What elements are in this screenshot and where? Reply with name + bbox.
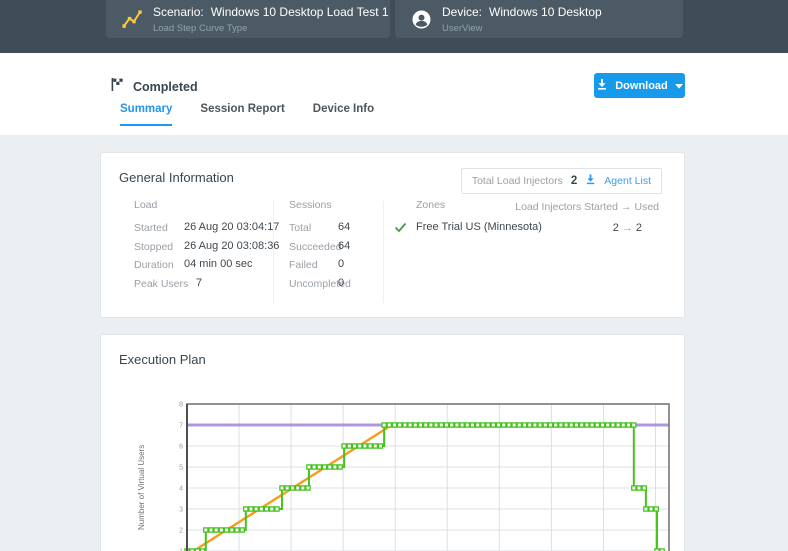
sessions-row-value: 0 [338, 277, 345, 289]
svg-text:5: 5 [179, 465, 183, 472]
download-button[interactable]: Download [594, 73, 685, 98]
download-icon [596, 78, 608, 93]
svg-text:8: 8 [179, 402, 183, 409]
arrow-right-icon: → [620, 201, 632, 213]
finish-flag-icon [110, 77, 124, 97]
injectors-count: 2 [570, 175, 578, 187]
zones-header-right: Load Injectors Started → Used [515, 201, 659, 213]
load-row-value: 26 Aug 20 03:08:36 [184, 240, 280, 252]
svg-text:3: 3 [179, 507, 183, 514]
arrow-right-icon: → [621, 222, 633, 234]
device-text: Device: Windows 10 Desktop UserView [442, 4, 602, 34]
sessions-row-value: 64 [338, 221, 351, 233]
sessions-section-title: Sessions [289, 199, 332, 211]
zone-started-count: 2 [612, 222, 619, 234]
execution-plan-card: Execution Plan Number of Virtual Users 1… [100, 334, 685, 551]
zone-injector-counts: 2 → 2 [613, 222, 642, 234]
agent-list-download-icon[interactable] [585, 172, 596, 190]
svg-text:6: 6 [179, 444, 183, 451]
svg-text:7: 7 [179, 423, 183, 430]
execution-plan-title: Execution Plan [119, 352, 206, 367]
divider [273, 201, 274, 303]
zones-header-started: Load Injectors Started [515, 201, 618, 213]
download-button-label: Download [615, 79, 668, 92]
divider [383, 201, 384, 303]
chart-y-axis-label: Number of Virtual Users [137, 444, 146, 531]
execution-plan-chart: 12345678 [179, 402, 670, 551]
load-row-label: Peak Users [134, 278, 189, 290]
device-subtitle: UserView [442, 23, 483, 35]
scenario-text: Scenario: Windows 10 Desktop Load Test 1 … [153, 4, 389, 34]
tab-device-info[interactable]: Device Info [313, 103, 374, 126]
device-value: Windows 10 Desktop [489, 5, 602, 20]
load-section-title: Load [134, 199, 158, 211]
sessions-row-label: Succeeded [289, 241, 342, 253]
sessions-row-value: 64 [338, 240, 351, 252]
device-panel: Device: Windows 10 Desktop UserView [395, 0, 683, 38]
check-icon [394, 220, 407, 238]
load-row-label: Started [134, 222, 168, 234]
scenario-panel: Scenario: Windows 10 Desktop Load Test 1 … [106, 0, 390, 38]
general-information-card: General Information Total Load Injectors… [100, 152, 685, 318]
zones-header-used: Used [634, 201, 659, 213]
status-row: Completed [110, 77, 198, 97]
status-badge: Completed [133, 80, 198, 94]
scenario-label: Scenario: [153, 5, 204, 20]
device-label: Device: [442, 5, 483, 20]
scenario-value: Windows 10 Desktop Load Test 1 [210, 5, 389, 20]
user-icon [409, 10, 433, 29]
report-page: Scenario: Windows 10 Desktop Load Test 1 … [0, 0, 788, 551]
sessions-row-label: Failed [289, 259, 318, 271]
sessions-row-label: Total [289, 222, 312, 234]
tab-session-report[interactable]: Session Report [200, 103, 284, 126]
zone-name: Free Trial US (Minnesota) [416, 221, 542, 233]
report-tabs: Summary Session Report Device Info [120, 103, 374, 126]
scenario-device-header: Scenario: Windows 10 Desktop Load Test 1 … [0, 0, 788, 53]
agent-list-link[interactable]: Agent List [604, 175, 651, 187]
load-row-label: Stopped [134, 241, 174, 253]
load-row-value: 04 min 00 sec [184, 258, 253, 270]
load-injectors-box: Total Load Injectors 2 Agent List [460, 168, 662, 194]
load-row-value: 7 [196, 277, 203, 289]
load-row-label: Duration [134, 259, 174, 271]
tab-summary[interactable]: Summary [120, 103, 173, 126]
scenario-subtitle: Load Step Curve Type [153, 23, 248, 35]
svg-text:4: 4 [179, 486, 183, 493]
svg-text:2: 2 [179, 528, 183, 535]
zones-section-title: Zones [416, 199, 446, 211]
injectors-label: Total Load Injectors [471, 175, 563, 187]
load-row-value: 26 Aug 20 03:04:17 [184, 221, 280, 233]
chevron-down-icon [674, 80, 683, 92]
general-information-title: General Information [119, 170, 234, 185]
zone-used-count: 2 [635, 222, 642, 234]
sessions-row-value: 0 [338, 258, 345, 270]
step-curve-icon [120, 7, 144, 31]
status-band: Completed Download Summary Session Repor… [0, 53, 788, 135]
